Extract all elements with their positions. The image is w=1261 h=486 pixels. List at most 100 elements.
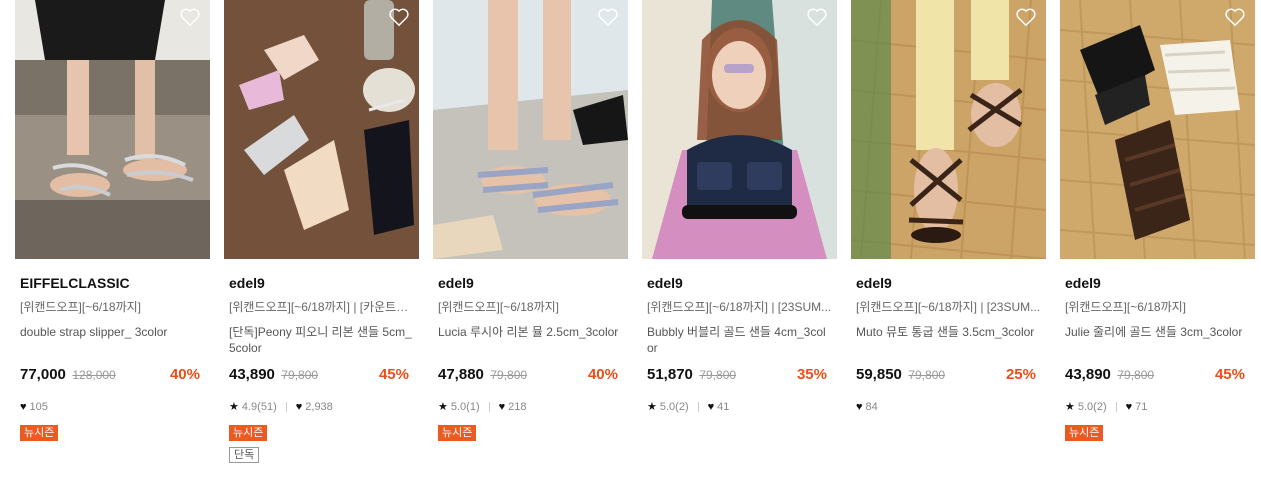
- wishlist-button[interactable]: [597, 7, 619, 27]
- product-image[interactable]: [642, 0, 837, 259]
- original-price: 128,000: [72, 368, 116, 382]
- star-icon: ★: [1065, 401, 1075, 413]
- price-row: 51,870 79,800 35%: [647, 366, 832, 384]
- product-image[interactable]: [851, 0, 1046, 259]
- product-photo: [224, 0, 419, 259]
- product-image[interactable]: [1060, 0, 1255, 259]
- heart-icon: ♥: [707, 401, 715, 413]
- heart-icon: ♥: [295, 401, 303, 413]
- product-name[interactable]: Lucia 루시아 리본 뮬 2.5cm_3color: [438, 324, 623, 358]
- divider: [488, 402, 490, 412]
- brand-name[interactable]: EIFFELCLASSIC: [20, 275, 205, 292]
- rating: 5.0(2): [659, 401, 689, 413]
- product-name[interactable]: Bubbly 버블리 골드 샌들 4cm_3color: [647, 324, 832, 358]
- product-card[interactable]: edel9 [위캔드오프][~6/18까지] | [23SUM... Muto …: [851, 0, 1046, 415]
- brand-name[interactable]: edel9: [229, 275, 414, 292]
- wishlist-button[interactable]: [1224, 7, 1246, 27]
- price-row: 77,000 128,000 40%: [20, 366, 205, 384]
- badge-list: 뉴시즌: [438, 425, 623, 441]
- star-icon: ★: [229, 401, 239, 413]
- promo-text: [위캔드오프][~6/18까지] | [23SUM...: [856, 300, 1041, 314]
- product-photo: [851, 0, 1046, 259]
- discount-rate: 35%: [796, 366, 827, 383]
- product-card[interactable]: edel9 [위캔드오프][~6/18까지] Lucia 루시아 리본 뮬 2.…: [433, 0, 628, 447]
- product-name[interactable]: double strap slipper_ 3color: [20, 324, 205, 358]
- product-photo: [1060, 0, 1255, 259]
- brand-name[interactable]: edel9: [1065, 275, 1250, 292]
- original-price: 79,800: [490, 368, 528, 382]
- heart-icon: ♥: [498, 401, 506, 413]
- product-meta: ★ 4.9(51) ♥ 2,938: [229, 399, 414, 415]
- wishlist-button[interactable]: [806, 7, 828, 27]
- original-price: 79,800: [908, 368, 946, 382]
- like-count: 218: [508, 401, 527, 413]
- new-season-badge: 뉴시즌: [438, 425, 477, 441]
- product-card[interactable]: edel9 [위캔드오프][~6/18까지] | [카운트다... [단독]Pe…: [224, 0, 419, 469]
- brand-name[interactable]: edel9: [647, 275, 832, 292]
- heart-icon: ♥: [20, 401, 27, 413]
- sale-price: 77,000: [20, 366, 66, 383]
- product-image[interactable]: [433, 0, 628, 259]
- heart-outline-icon: [1016, 8, 1036, 27]
- product-card[interactable]: EIFFELCLASSIC [위캔드오프][~6/18까지] double st…: [15, 0, 210, 447]
- discount-rate: 45%: [1214, 366, 1245, 383]
- heart-outline-icon: [807, 8, 827, 27]
- star-icon: ★: [647, 401, 657, 413]
- brand-name[interactable]: edel9: [438, 275, 623, 292]
- product-meta: ★ 5.0(2) ♥ 41: [647, 399, 832, 415]
- product-meta: ★ 5.0(2) ♥ 71: [1065, 399, 1250, 415]
- new-season-badge: 뉴시즌: [1065, 425, 1104, 441]
- product-name[interactable]: [단독]Peony 피오니 리본 샌들 5cm_5color: [229, 324, 414, 358]
- price-row: 43,890 79,800 45%: [1065, 366, 1250, 384]
- new-season-badge: 뉴시즌: [20, 425, 59, 441]
- product-meta: ♥ 105: [20, 399, 205, 415]
- promo-text: [위캔드오프][~6/18까지]: [438, 300, 559, 314]
- promo-text: [위캔드오프][~6/18까지] | [23SUM...: [647, 300, 832, 314]
- brand-name[interactable]: edel9: [856, 275, 1041, 292]
- sale-price: 47,880: [438, 366, 484, 383]
- wishlist-button[interactable]: [179, 7, 201, 27]
- like-count: 71: [1135, 401, 1148, 413]
- star-icon: ★: [438, 401, 448, 413]
- product-image[interactable]: [15, 0, 210, 259]
- discount-rate: 40%: [587, 366, 618, 383]
- divider: [285, 402, 287, 412]
- like-count: 2,938: [305, 401, 333, 413]
- product-name[interactable]: Julie 줄리에 골드 샌들 3cm_3color: [1065, 324, 1250, 358]
- badge-list: 뉴시즌: [1065, 425, 1250, 441]
- rating: 5.0(1): [450, 401, 480, 413]
- product-grid: EIFFELCLASSIC [위캔드오프][~6/18까지] double st…: [0, 0, 1261, 486]
- heart-icon: ♥: [1125, 401, 1133, 413]
- price-row: 43,890 79,800 45%: [229, 366, 414, 384]
- product-image[interactable]: [224, 0, 419, 259]
- product-meta: ♥ 84: [856, 399, 1041, 415]
- heart-outline-icon: [180, 8, 200, 27]
- original-price: 79,800: [699, 368, 737, 382]
- exclusive-badge: 단독: [229, 447, 260, 463]
- product-meta: ★ 5.0(1) ♥ 218: [438, 399, 623, 415]
- heart-outline-icon: [598, 8, 618, 27]
- heart-outline-icon: [389, 8, 409, 27]
- like-count: 84: [865, 401, 878, 413]
- product-card[interactable]: edel9 [위캔드오프][~6/18까지] | [23SUM... Bubbl…: [642, 0, 837, 415]
- product-name[interactable]: Muto 뮤토 통굽 샌들 3.5cm_3color: [856, 324, 1041, 358]
- product-card[interactable]: edel9 [위캔드오프][~6/18까지] Julie 줄리에 골드 샌들 3…: [1060, 0, 1255, 447]
- rating: 5.0(2): [1077, 401, 1107, 413]
- product-photo: [642, 0, 837, 259]
- wishlist-button[interactable]: [388, 7, 410, 27]
- like-count: 105: [29, 401, 48, 413]
- product-photo: [433, 0, 628, 259]
- promo-text: [위캔드오프][~6/18까지]: [1065, 300, 1186, 314]
- original-price: 79,800: [1117, 368, 1155, 382]
- wishlist-button[interactable]: [1015, 7, 1037, 27]
- sale-price: 43,890: [1065, 366, 1111, 383]
- like-count: 41: [717, 401, 730, 413]
- price-row: 47,880 79,800 40%: [438, 366, 623, 384]
- promo-text: [위캔드오프][~6/18까지] | [카운트다...: [229, 300, 414, 314]
- discount-rate: 40%: [169, 366, 200, 383]
- price-row: 59,850 79,800 25%: [856, 366, 1041, 384]
- promo-text: [위캔드오프][~6/18까지]: [20, 300, 141, 314]
- heart-icon: ♥: [856, 401, 863, 413]
- divider: [1115, 402, 1117, 412]
- divider: [697, 402, 699, 412]
